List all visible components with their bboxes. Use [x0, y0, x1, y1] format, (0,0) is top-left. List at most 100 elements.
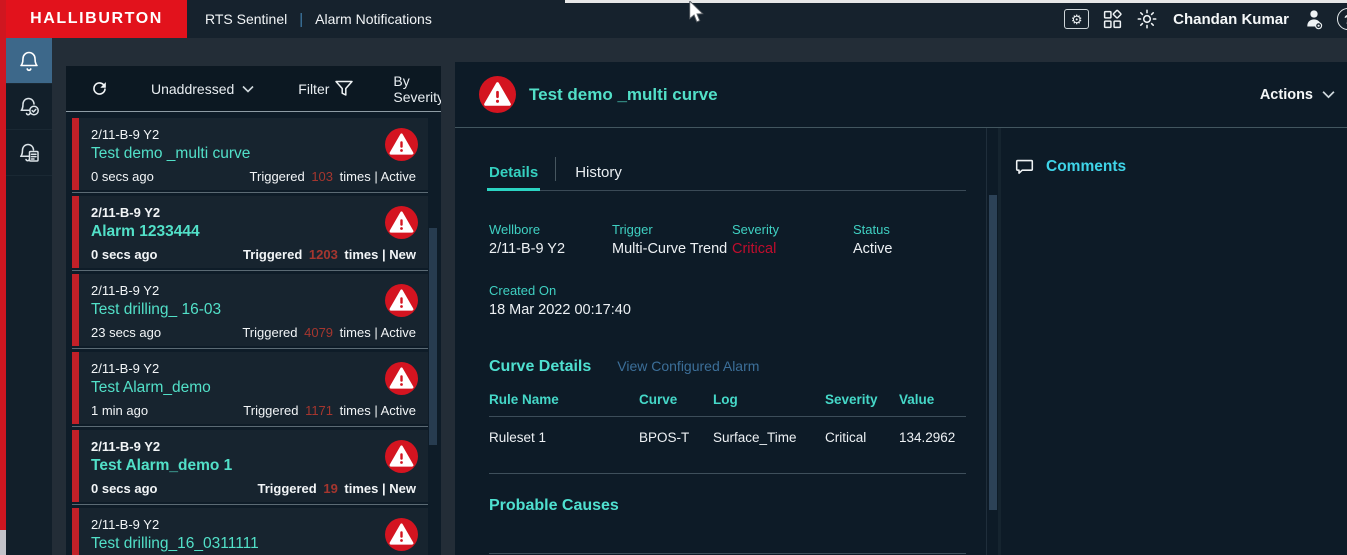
sidebar-item-alarm-notifications[interactable] — [6, 38, 52, 84]
alarm-time: 0 secs ago — [91, 169, 154, 184]
filter-label: Filter — [298, 80, 330, 97]
side-navigation — [6, 38, 52, 555]
alarm-wellbore: 2/11-B-9 Y2 — [91, 517, 160, 532]
critical-warning-icon — [479, 76, 516, 113]
alarm-meta: 0 secs ago Triggered 19 times | New — [91, 481, 416, 496]
alarm-title: Test demo _multi curve — [91, 145, 251, 162]
tab-details[interactable]: Details — [486, 164, 541, 191]
detail-field: Status Active — [853, 222, 893, 257]
field-value: Multi-Curve Trend — [612, 241, 728, 257]
detail-scrollbar[interactable] — [986, 128, 998, 555]
speech-bubble-icon — [1013, 156, 1036, 178]
curve-details-header: Curve Details View Configured Alarm — [489, 358, 966, 376]
view-configured-alarm-link[interactable]: View Configured Alarm — [617, 358, 759, 374]
critical-alarm-badge-icon — [385, 518, 418, 551]
alarm-wellbore: 2/11-B-9 Y2 — [91, 439, 161, 454]
table-cell: BPOS-T — [639, 430, 690, 445]
chevron-down-icon — [242, 85, 254, 93]
table-header-cell: Value — [899, 392, 935, 407]
table-cell: Ruleset 1 — [489, 430, 547, 445]
detail-body: Details History Wellbore 2/11-B-9 Y2 Trigg… — [455, 128, 1347, 555]
alarm-list-toolbar: Unaddressed Filter By Severity — [66, 66, 441, 112]
alarm-trigger-info: Triggered 1203 times | New — [243, 247, 416, 262]
field-value: Active — [853, 241, 893, 257]
mouse-cursor — [688, 1, 705, 24]
alarm-title: Test drilling_ 16-03 — [91, 301, 222, 318]
capture-edge-red — [0, 0, 6, 530]
status-filter-dropdown[interactable]: Unaddressed — [151, 81, 254, 97]
critical-alarm-badge-icon — [385, 284, 418, 317]
product-name: RTS Sentinel — [205, 11, 288, 27]
alarm-wellbore: 2/11-B-9 Y2 — [91, 127, 160, 142]
alarm-meta: 1 min ago Triggered 1171 times | Active — [91, 403, 416, 418]
critical-alarm-badge-icon — [385, 362, 418, 395]
nav-separator: | — [299, 10, 304, 28]
alarm-trigger-info: Triggered 4079 times | Active — [242, 325, 416, 340]
table-cell: Critical — [825, 430, 867, 445]
alarm-title: Test Alarm_demo 1 — [91, 457, 233, 474]
sidebar-item-addressed-alarms[interactable] — [6, 84, 52, 130]
critical-alarm-badge-icon — [385, 440, 418, 473]
gear-icon[interactable]: ⚙ — [1064, 9, 1090, 29]
field-value: Critical — [732, 241, 777, 257]
alarm-list: 2/11-B-9 Y2 Test demo _multi curve 0 sec… — [66, 112, 441, 555]
alarm-list-item[interactable]: 2/11-B-9 Y2 Test demo _multi curve 0 sec… — [72, 118, 428, 190]
table-header-row: Rule Name Curve Log Severity Value — [489, 392, 966, 407]
detail-field: Severity Critical — [732, 222, 853, 257]
field-label: Severity — [732, 222, 779, 237]
created-on-label: Created On — [489, 283, 557, 298]
user-settings-icon[interactable] — [1304, 8, 1324, 30]
alarm-time: 0 secs ago — [91, 247, 158, 262]
scrollbar-thumb[interactable] — [989, 195, 997, 510]
detail-section: Probable Causes — [489, 473, 966, 515]
help-icon[interactable]: ? — [1337, 8, 1347, 30]
chevron-down-icon — [1322, 90, 1335, 99]
alarm-meta: 0 secs ago Triggered 1203 times | New — [91, 247, 416, 262]
halliburton-logo[interactable]: HALLIBURTON — [6, 0, 187, 38]
curve-details-heading: Curve Details — [489, 358, 592, 375]
table-cell: Surface_Time — [713, 430, 797, 445]
created-on-value: 18 Mar 2022 00:17:40 — [489, 302, 631, 318]
alarm-list-item[interactable]: 2/11-B-9 Y2 Test Alarm_demo 1 min ago Tr… — [72, 352, 428, 424]
alarm-title: Test drilling_16_0311111 — [91, 535, 259, 552]
sort-by-dropdown[interactable]: By Severity — [393, 73, 441, 105]
table-header-cell: Curve — [639, 392, 678, 407]
sidebar-item-alarm-reports[interactable] — [6, 130, 52, 176]
alarm-list-item[interactable]: 2/11-B-9 Y2 Alarm 1233444 0 secs ago Tri… — [72, 196, 428, 268]
actions-dropdown[interactable]: Actions — [1260, 87, 1335, 103]
sort-by-value: By Severity — [393, 72, 441, 105]
table-cell: 134.2962 — [899, 430, 956, 445]
detail-tabs: Details History — [486, 157, 966, 191]
alarm-title: Alarm 1233444 — [91, 223, 200, 240]
alarm-time: 0 secs ago — [91, 481, 158, 496]
field-label: Status — [853, 222, 890, 237]
brand-text: HALLIBURTON — [30, 10, 163, 27]
detail-fields: Wellbore 2/11-B-9 Y2 Trigger Multi-Curve Tr… — [489, 222, 966, 257]
field-value: 2/11-B-9 Y2 — [489, 241, 566, 257]
table-header-cell: Rule Name — [489, 392, 559, 407]
alarm-list-item[interactable]: 2/11-B-9 Y2 Test Alarm_demo 1 0 secs ago… — [72, 430, 428, 502]
alarm-list-scrollbar[interactable] — [429, 228, 437, 445]
apps-grid-icon[interactable] — [1102, 9, 1123, 30]
table-divider — [489, 416, 966, 417]
alarm-detail-title: Test demo _multi curve — [529, 84, 718, 104]
sun-icon[interactable] — [1136, 8, 1158, 30]
status-filter-value: Unaddressed — [151, 80, 235, 97]
detail-header: Test demo _multi curve Actions — [455, 62, 1347, 128]
refresh-icon[interactable] — [90, 79, 109, 98]
alarm-meta: 0 secs ago Triggered 103 times | Active — [91, 169, 416, 184]
detail-field: Wellbore 2/11-B-9 Y2 — [489, 222, 612, 257]
bell-check-icon — [17, 95, 41, 119]
alarm-trigger-info: Triggered 1171 times | Active — [243, 403, 416, 418]
table-row: Ruleset 1 BPOS-T Surface_Time Critical 134.2… — [489, 430, 966, 445]
detail-field: Trigger Multi-Curve Trend — [612, 222, 732, 257]
gear-glyph: ⚙ — [1070, 11, 1083, 27]
alarm-list-item[interactable]: 2/11-B-9 Y2 Test drilling_16_0311111 — [72, 508, 428, 555]
alarm-meta: 23 secs ago Triggered 4079 times | Activ… — [91, 325, 416, 340]
alarm-trigger-info: Triggered 103 times | Active — [249, 169, 416, 184]
table-header-cell: Log — [713, 392, 738, 407]
filter-button[interactable]: Filter — [298, 78, 355, 100]
alarm-list-item[interactable]: 2/11-B-9 Y2 Test drilling_ 16-03 23 secs… — [72, 274, 428, 346]
tab-history[interactable]: History — [575, 164, 622, 190]
actions-label: Actions — [1259, 86, 1313, 103]
